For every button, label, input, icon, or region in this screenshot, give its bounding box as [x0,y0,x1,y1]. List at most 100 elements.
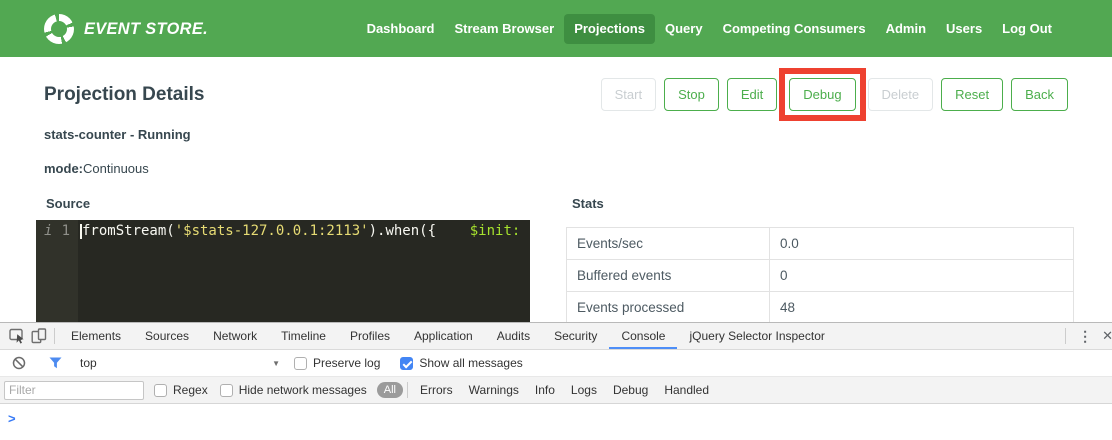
code-token: '$stats-127.0.0.1:2113' [175,223,369,239]
tab-console[interactable]: Console [609,323,677,349]
show-all-messages-checkbox[interactable] [400,357,413,370]
divider [54,328,55,344]
debug-button[interactable]: Debug [789,78,855,111]
nav-item-dashboard[interactable]: Dashboard [357,14,445,44]
nav-item-admin[interactable]: Admin [876,14,936,44]
execution-context-selector[interactable]: top ▼ [80,356,280,370]
code-token: fromStream( [82,223,175,239]
stat-value: 48 [770,292,1074,323]
start-button[interactable]: Start [601,78,656,111]
nav-item-log-out[interactable]: Log Out [992,14,1062,44]
tab-profiles[interactable]: Profiles [338,323,402,349]
stat-value: 0 [770,260,1074,292]
divider [407,382,408,398]
code-line[interactable]: fromStream('$stats-127.0.0.1:2113').when… [78,220,530,322]
source-label: Source [46,196,530,211]
hide-network-messages-checkbox[interactable] [220,384,233,397]
gutter-annotation-icon: i [44,222,52,241]
reset-button[interactable]: Reset [941,78,1003,111]
projection-mode: mode:Continuous [44,161,1112,176]
clear-console-icon[interactable] [8,352,30,374]
tab-audits[interactable]: Audits [485,323,542,349]
tab-security[interactable]: Security [542,323,609,349]
device-toolbar-icon[interactable] [28,325,50,347]
projection-actions: Start Stop Edit Debug Delete Reset Back [601,78,1068,111]
show-all-messages-label: Show all messages [419,356,522,370]
tab-elements[interactable]: Elements [59,323,133,349]
chevron-down-icon: ▼ [272,359,280,368]
nav-item-users[interactable]: Users [936,14,992,44]
page-title: Projection Details [44,84,205,106]
page-content: Projection Details Start Stop Edit Debug… [0,57,1112,322]
code-token [520,223,528,239]
divider [1065,328,1066,344]
filter-level-debug[interactable]: Debug [613,383,648,397]
back-button[interactable]: Back [1011,78,1068,111]
delete-button[interactable]: Delete [868,78,934,111]
console-toolbar: top ▼ Preserve log Show all messages [0,350,1112,377]
filter-level-info[interactable]: Info [535,383,555,397]
filter-level-errors[interactable]: Errors [420,383,453,397]
event-store-ring-icon [44,14,74,44]
preserve-log-checkbox[interactable] [294,357,307,370]
stat-key: Events/sec [567,228,770,260]
context-value: top [80,356,97,370]
editor-gutter: i 1 [36,220,78,322]
devtools-panel: Elements Sources Network Timeline Profil… [0,322,1112,440]
nav-item-query[interactable]: Query [655,14,713,44]
devtools-tab-actions: ⋮ ✕ [1061,328,1108,345]
tab-jquery-selector-inspector[interactable]: jQuery Selector Inspector [677,323,836,349]
close-devtools-icon[interactable]: ✕ [1100,328,1112,344]
code-token: $init: [470,223,521,239]
filter-level-handled[interactable]: Handled [664,383,709,397]
projection-status: stats-counter - Running [44,127,1112,142]
stat-key: Events processed [567,292,770,323]
table-row: Events processed 48 [567,292,1074,323]
tab-network[interactable]: Network [201,323,269,349]
source-section: Source i 1 fromStream('$stats-127.0.0.1:… [36,196,530,322]
stats-table: Events/sec 0.0 Buffered events 0 Events … [566,227,1074,322]
filter-level-logs[interactable]: Logs [571,383,597,397]
tab-timeline[interactable]: Timeline [269,323,338,349]
filter-level-all-badge[interactable]: All [377,382,403,398]
top-navbar: EVENT STORE. Dashboard Stream Browser Pr… [0,0,1112,57]
stop-button[interactable]: Stop [664,78,719,111]
main-nav: Dashboard Stream Browser Projections Que… [357,14,1062,44]
regex-checkbox[interactable] [154,384,167,397]
tab-sources[interactable]: Sources [133,323,201,349]
mode-value: Continuous [83,161,149,176]
nav-item-competing-consumers[interactable]: Competing Consumers [713,14,876,44]
event-store-logo[interactable]: EVENT STORE. [44,14,213,44]
table-row: Buffered events 0 [567,260,1074,292]
stats-label: Stats [572,196,1074,211]
filter-input[interactable] [4,381,144,400]
filter-level-warnings[interactable]: Warnings [469,383,519,397]
tab-application[interactable]: Application [402,323,485,349]
logo-text: EVENT STORE. [84,19,208,39]
console-filter-bar: Regex Hide network messages All Errors W… [0,377,1112,404]
stat-key: Buffered events [567,260,770,292]
console-prompt[interactable]: > [0,404,1112,440]
regex-label: Regex [173,383,208,397]
source-code-editor[interactable]: i 1 fromStream('$stats-127.0.0.1:2113').… [36,220,530,322]
title-row: Projection Details Start Stop Edit Debug… [0,57,1112,111]
line-number: 1 [62,222,70,241]
detail-columns: Source i 1 fromStream('$stats-127.0.0.1:… [36,196,1112,322]
nav-item-stream-browser[interactable]: Stream Browser [444,14,564,44]
filter-funnel-icon[interactable] [44,352,66,374]
mode-label: mode: [44,161,83,176]
hide-network-messages-label: Hide network messages [239,383,367,397]
code-token: ).when({ [369,223,436,239]
preserve-log-label: Preserve log [313,356,380,370]
kebab-menu-icon[interactable]: ⋮ [1070,328,1100,345]
edit-button[interactable]: Edit [727,78,777,111]
code-token: fu [529,223,530,239]
stat-value: 0.0 [770,228,1074,260]
inspect-element-icon[interactable] [6,325,28,347]
stats-section: Stats Events/sec 0.0 Buffered events 0 E… [566,196,1074,322]
console-prompt-chevron-icon: > [8,411,16,426]
table-row: Events/sec 0.0 [567,228,1074,260]
event-store-app: EVENT STORE. Dashboard Stream Browser Pr… [0,0,1112,440]
debug-highlight-annotation: Debug [779,68,865,121]
nav-item-projections[interactable]: Projections [564,14,655,44]
